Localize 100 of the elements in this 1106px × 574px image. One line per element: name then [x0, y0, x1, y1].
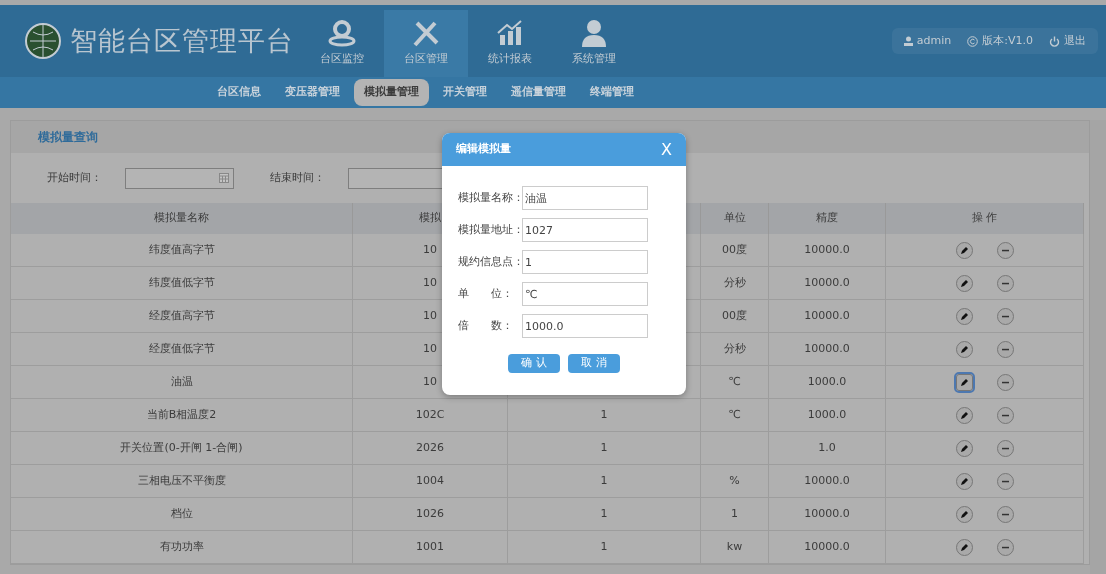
edit-button[interactable] — [955, 505, 973, 523]
main-nav-tab[interactable]: 台区管理 — [384, 10, 468, 77]
main-nav-tab[interactable]: 台区监控 — [300, 10, 384, 77]
user-icon — [903, 36, 913, 46]
table-cell: 1 — [508, 531, 701, 564]
copyright-icon — [967, 35, 979, 47]
date-field[interactable] — [125, 167, 234, 189]
pencil-icon — [959, 476, 969, 486]
sub-nav-tab[interactable]: 遥信量管理 — [501, 79, 576, 106]
table-cell: 00度 — [701, 234, 769, 267]
table-cell: 1.0 — [769, 432, 886, 465]
table-cell: 纬度值高字节 — [11, 234, 353, 267]
edit-button[interactable] — [955, 406, 973, 424]
field-label: 开始时间： — [47, 169, 103, 186]
table-cell: 10000.0 — [769, 333, 886, 366]
table-cell: % — [701, 465, 769, 498]
column-header: 操 作 — [886, 203, 1084, 234]
table-cell: 1001 — [353, 531, 508, 564]
input-field[interactable]: 1000.0 — [522, 314, 648, 338]
edit-button[interactable] — [955, 307, 973, 325]
table-cell: 00度 — [701, 300, 769, 333]
table-cell: 1026 — [353, 498, 508, 531]
sub-nav-tab[interactable]: 开关管理 — [433, 79, 497, 106]
close-button[interactable]: X — [661, 137, 672, 162]
table-cell: 1 — [508, 498, 701, 531]
sub-nav-tab[interactable]: 终端管理 — [580, 79, 644, 106]
remove-button[interactable] — [996, 505, 1014, 523]
edit-button[interactable] — [955, 340, 973, 358]
table-cell: 经度值高字节 — [11, 300, 353, 333]
table-cell: 开关位置(0-开闸 1-合闸) — [11, 432, 353, 465]
edit-button[interactable] — [955, 241, 973, 259]
globe-logo-icon — [24, 22, 62, 60]
remove-button[interactable] — [996, 538, 1014, 556]
remove-button[interactable] — [996, 340, 1014, 358]
pencil-icon — [959, 377, 969, 387]
column-header: 单位 — [701, 203, 769, 234]
table-cell: ℃ — [701, 366, 769, 399]
table-cell: 1 — [701, 498, 769, 531]
remove-button[interactable] — [996, 274, 1014, 292]
remove-button[interactable] — [996, 307, 1014, 325]
edit-button[interactable] — [955, 439, 973, 457]
power-icon — [1049, 35, 1060, 47]
remove-button[interactable] — [996, 373, 1014, 391]
table-cell: 1 — [508, 432, 701, 465]
column-header: 模拟量名称 — [11, 203, 353, 234]
edit-button[interactable] — [955, 472, 973, 490]
table-cell: 当前B相温度2 — [11, 399, 353, 432]
remove-button[interactable] — [996, 439, 1014, 457]
table-cell: 102C — [353, 399, 508, 432]
table-cell: 经度值低字节 — [11, 333, 353, 366]
logout-link[interactable]: 退出 — [1064, 32, 1086, 50]
column-header: 精度 — [769, 203, 886, 234]
pencil-icon — [959, 542, 969, 552]
field-label: 模拟量名称： — [458, 189, 522, 206]
table-cell: 分秒 — [701, 333, 769, 366]
main-nav-tab[interactable]: 统计报表 — [468, 10, 552, 77]
pencil-icon — [959, 410, 969, 420]
table-cell: 10000.0 — [769, 465, 886, 498]
input-field[interactable]: 油温 — [522, 186, 648, 210]
table-cell: 1 — [508, 465, 701, 498]
table-cell: 1000.0 — [769, 366, 886, 399]
table-cell: 10000.0 — [769, 234, 886, 267]
table-cell: 10000.0 — [769, 300, 886, 333]
table-cell: 档位 — [11, 498, 353, 531]
table-cell: 有功功率 — [11, 531, 353, 564]
remove-button[interactable] — [996, 241, 1014, 259]
table-cell: 纬度值低字节 — [11, 267, 353, 300]
pencil-icon — [959, 311, 969, 321]
tools-icon — [411, 19, 441, 48]
field-label: 结束时间： — [270, 169, 326, 186]
dialog-button[interactable]: 取 消 — [568, 354, 620, 373]
edit-button[interactable] — [955, 538, 973, 556]
table-cell: 三相电压不平衡度 — [11, 465, 353, 498]
input-field[interactable]: 1027 — [522, 218, 648, 242]
user-name[interactable]: admin — [916, 32, 952, 50]
pencil-icon — [959, 278, 969, 288]
dialog-button[interactable]: 确 认 — [508, 354, 560, 373]
version-label: 版本:V1.0 — [982, 32, 1033, 49]
table-cell: 10000.0 — [769, 267, 886, 300]
pencil-icon — [959, 509, 969, 519]
edit-button[interactable] — [955, 274, 973, 292]
location-pin-icon — [327, 19, 357, 48]
main-nav-tab[interactable]: 系统管理 — [552, 10, 636, 77]
edit-button[interactable] — [955, 373, 973, 391]
pencil-icon — [959, 344, 969, 354]
table-cell: 10000.0 — [769, 531, 886, 564]
remove-button[interactable] — [996, 472, 1014, 490]
sub-nav-tab[interactable]: 台区信息 — [207, 79, 271, 106]
input-field[interactable]: 1 — [522, 250, 648, 274]
calendar-icon[interactable] — [219, 173, 229, 183]
table-cell: 10000.0 — [769, 498, 886, 531]
table-cell: ℃ — [701, 399, 769, 432]
table-cell: kw — [701, 531, 769, 564]
app-title: 智能台区管理平台 — [70, 23, 294, 58]
sub-nav-tab[interactable]: 模拟量管理 — [354, 79, 429, 106]
sub-nav-tab[interactable]: 变压器管理 — [275, 79, 350, 106]
user-icon — [579, 19, 609, 48]
remove-button[interactable] — [996, 406, 1014, 424]
pencil-icon — [959, 245, 969, 255]
input-field[interactable]: ℃ — [522, 282, 648, 306]
